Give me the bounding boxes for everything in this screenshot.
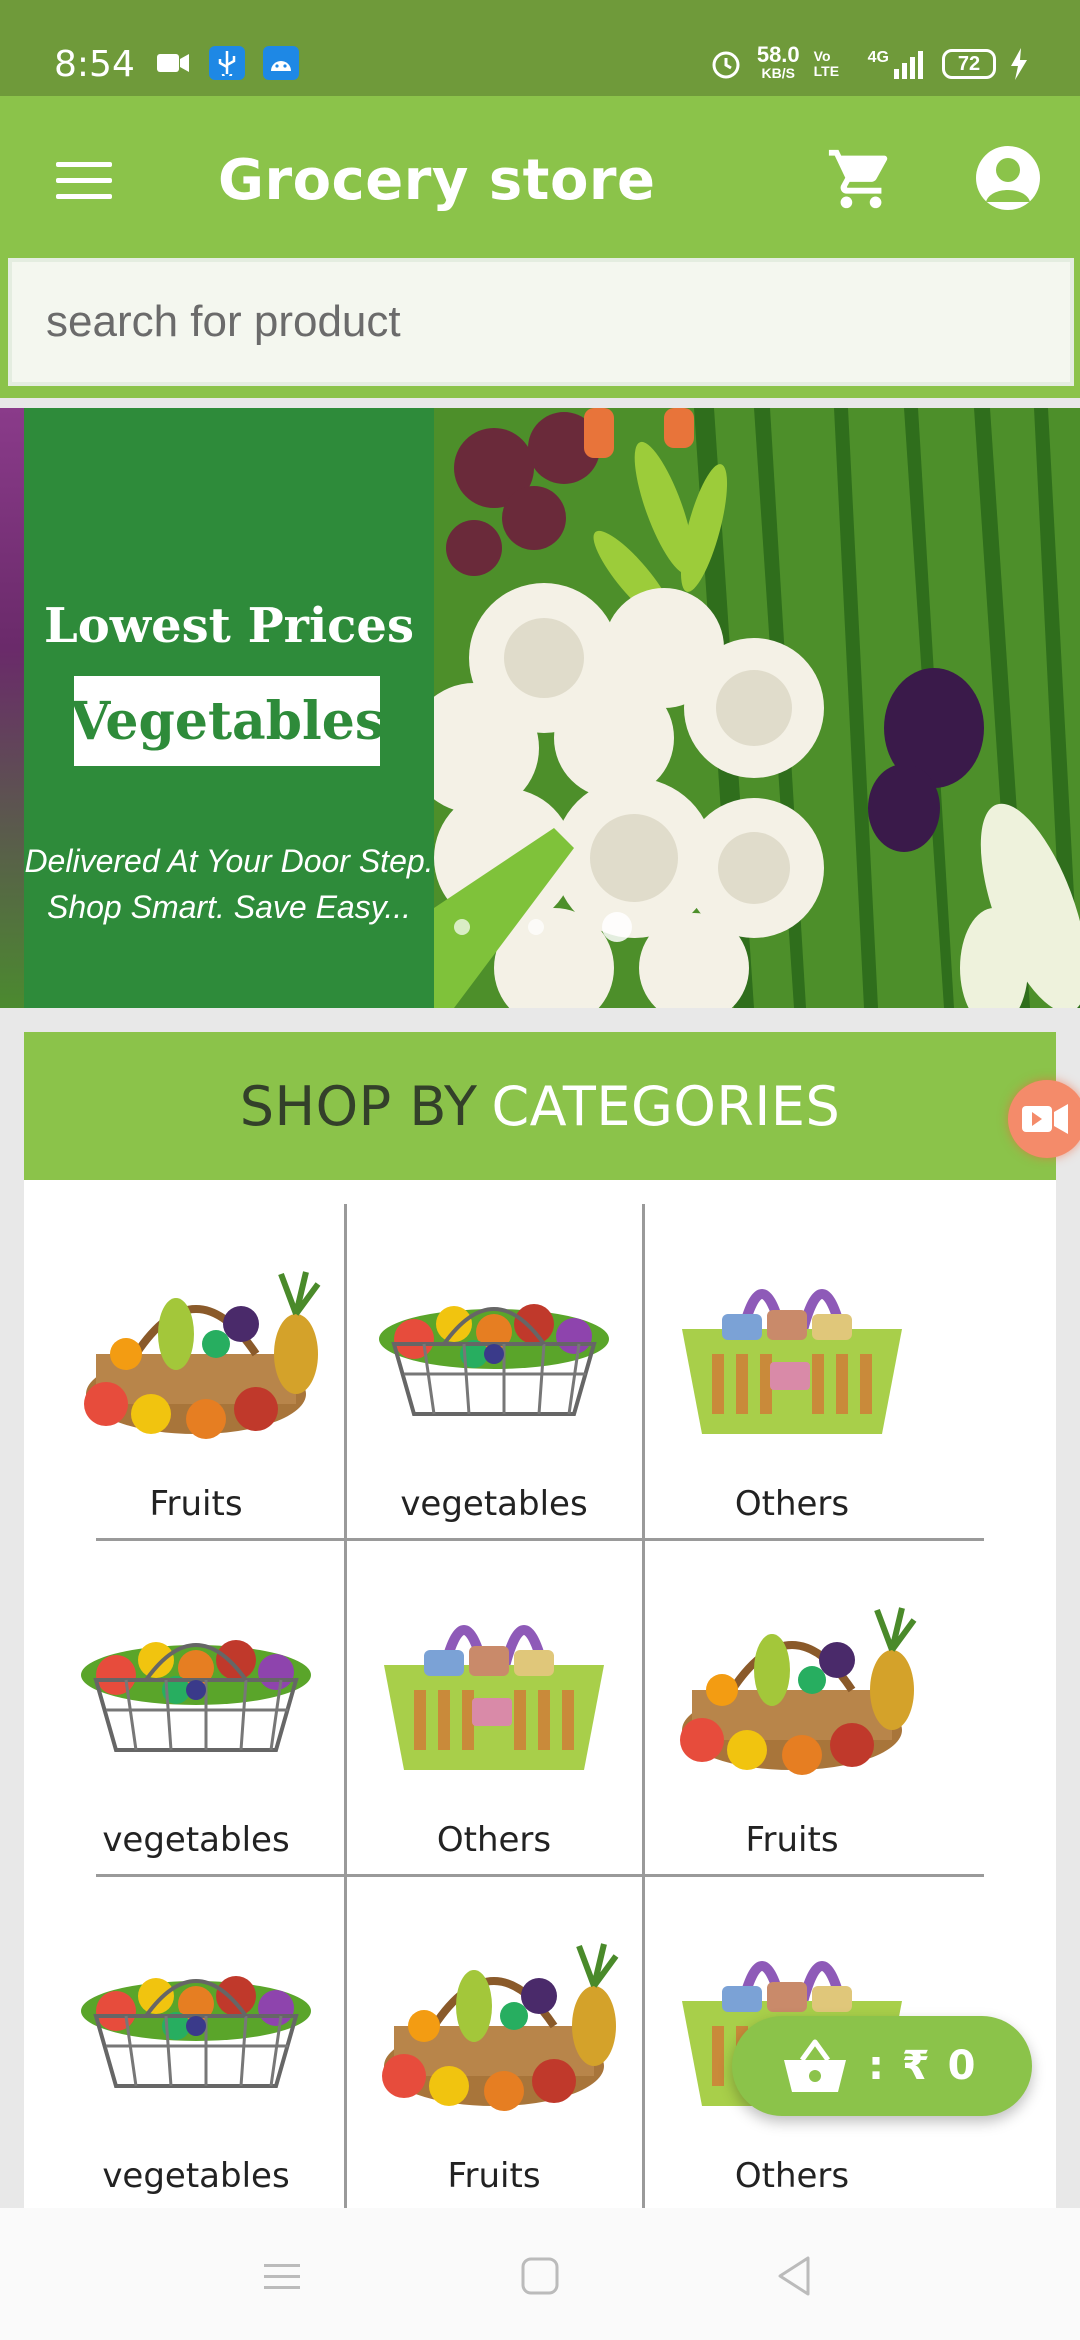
banner-subtitle: Delivered At Your Door Step. Shop Smart.… <box>24 838 434 930</box>
nav-menu-icon <box>264 2264 300 2289</box>
category-label: Others <box>734 1484 850 1524</box>
category-card[interactable]: vegetables <box>48 1540 344 1875</box>
app-bar: Grocery store <box>0 96 1080 256</box>
system-indicators: 58.0 KB/S Vo LTE 4G 72 <box>709 42 1028 82</box>
category-card[interactable]: Fruits <box>346 1876 642 2211</box>
status-time: 8:54 <box>54 44 135 85</box>
video-camera-icon <box>155 46 191 80</box>
screen-recorder-bubble[interactable] <box>1008 1080 1080 1158</box>
nav-back-icon <box>778 2256 810 2296</box>
cart-icon <box>828 149 888 209</box>
net-speed-unit: KB/S <box>761 65 795 81</box>
categories-heading: SHOP BY CATEGORIES <box>24 1032 1056 1180</box>
menu-button[interactable] <box>56 162 112 202</box>
floating-cart-button[interactable]: : ₹ 0 <box>732 2016 1032 2116</box>
category-card[interactable]: Fruits <box>644 1540 940 1875</box>
network-type: 4G <box>867 49 889 66</box>
banner-highlight: Vegetables <box>70 676 384 766</box>
category-card[interactable]: vegetables <box>346 1204 642 1539</box>
category-label: vegetables <box>400 1484 588 1524</box>
net-speed-value: 58.0 <box>756 42 800 67</box>
category-label: Others <box>436 1820 552 1860</box>
banner-title: Lowest Prices <box>44 598 414 654</box>
categories-heading-part2: CATEGORIES <box>491 1074 841 1138</box>
notification-icons <box>155 46 299 80</box>
banner-subtitle-line1: Delivered At Your Door Step. <box>24 843 434 879</box>
signal-indicator: 4G <box>868 49 928 79</box>
signal-icon <box>894 51 923 79</box>
category-label: Fruits <box>149 1484 243 1524</box>
grocery-basket-image <box>652 1244 932 1454</box>
category-label: vegetables <box>102 1820 290 1860</box>
category-card[interactable]: Others <box>346 1540 642 1875</box>
fruit-basket-image <box>652 1580 932 1790</box>
battery-level: 72 <box>957 52 981 75</box>
vegetable-basket-image <box>56 1916 336 2126</box>
banner-dot-active[interactable] <box>602 912 632 942</box>
account-icon <box>986 158 1030 202</box>
grid-divider <box>642 1204 645 2208</box>
category-card[interactable]: Fruits <box>48 1204 344 1539</box>
screen-recorder-icon <box>1022 1104 1068 1134</box>
banner-subtitle-line2: Shop Smart. Save Easy... <box>46 889 411 925</box>
cart-button[interactable] <box>826 144 896 214</box>
menu-icon <box>56 162 112 167</box>
category-label: Others <box>734 2156 850 2196</box>
category-card[interactable]: Others <box>644 1204 940 1539</box>
category-card[interactable]: vegetables <box>48 1876 344 2211</box>
charging-icon <box>1011 48 1027 80</box>
account-button[interactable] <box>976 146 1040 210</box>
nav-back-button[interactable] <box>768 2248 824 2304</box>
fruit-basket-image <box>354 1916 634 2126</box>
app-title: Grocery store <box>218 148 656 213</box>
grid-divider <box>96 1874 984 1877</box>
system-nav-bar <box>0 2208 1080 2340</box>
banner-pagination <box>454 912 632 942</box>
category-label: Fruits <box>745 1820 839 1860</box>
nav-home-icon <box>521 2257 559 2295</box>
status-bar: 8:54 58.0 KB/S Vo LTE 4G 72 <box>0 0 1080 96</box>
fruit-basket-image <box>56 1244 336 1454</box>
battery-indicator: 72 <box>942 49 996 79</box>
grid-divider <box>344 1204 347 2208</box>
categories-heading-part1: SHOP BY <box>239 1074 478 1138</box>
search-bar <box>0 256 1080 398</box>
vegetable-basket-image <box>56 1580 336 1790</box>
volte-indicator: Vo LTE <box>813 48 840 79</box>
grid-divider <box>96 1538 984 1541</box>
grocery-basket-image <box>354 1580 634 1790</box>
usb-icon <box>209 46 245 80</box>
basket-icon <box>784 2039 846 2092</box>
banner-dot[interactable] <box>528 919 544 935</box>
nav-menu-button[interactable] <box>254 2248 310 2304</box>
category-label: vegetables <box>102 2156 290 2196</box>
banner-dot[interactable] <box>454 919 470 935</box>
net-speed: 58.0 KB/S <box>756 42 800 82</box>
android-icon <box>263 46 299 80</box>
cart-total: : ₹ 0 <box>868 2043 978 2089</box>
alarm-icon <box>712 51 740 79</box>
banner-text-panel: Lowest Prices Vegetables Delivered At Yo… <box>24 408 434 1008</box>
banner-prev-slide-edge <box>0 408 24 1008</box>
nav-home-button[interactable] <box>512 2248 568 2304</box>
search-input[interactable] <box>8 258 1074 386</box>
vegetable-basket-image <box>354 1244 634 1454</box>
category-label: Fruits <box>447 2156 541 2196</box>
